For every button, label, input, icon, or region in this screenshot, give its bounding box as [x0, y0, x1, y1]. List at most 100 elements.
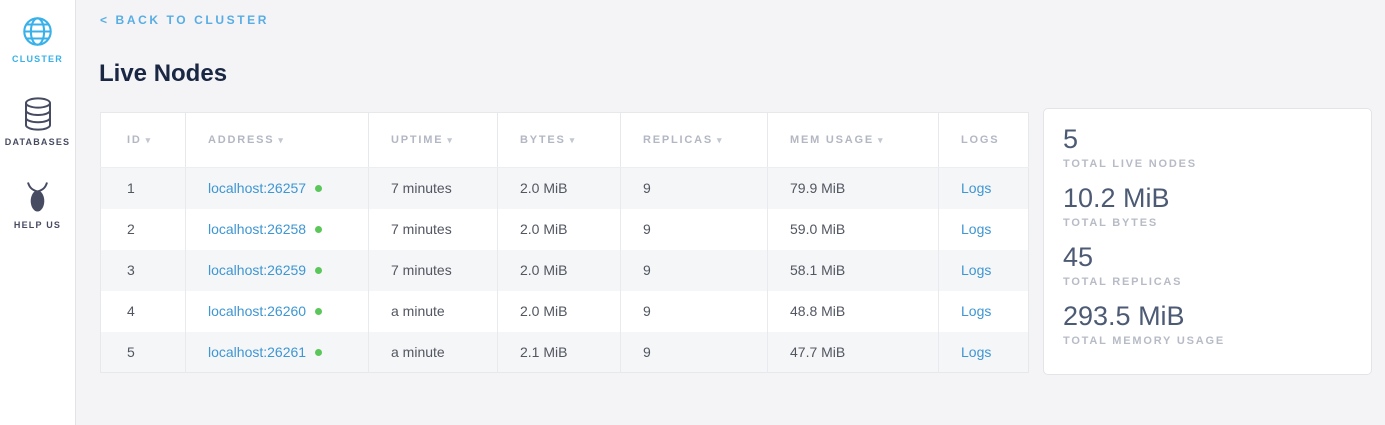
- sort-arrow-icon: ▾: [717, 135, 723, 145]
- node-id-cell: 5: [101, 332, 186, 373]
- node-address-link[interactable]: localhost:26259: [208, 262, 306, 278]
- chevron-left-icon: <: [100, 13, 110, 27]
- node-replicas-cell: 9: [621, 332, 768, 373]
- stat-total-live-nodes: 5 TOTAL LIVE NODES: [1063, 124, 1371, 170]
- live-status-dot: [315, 349, 322, 356]
- node-mem-usage-cell: 48.8 MiB: [768, 291, 939, 332]
- stat-total-replicas: 45 TOTAL REPLICAS: [1063, 242, 1371, 288]
- column-header-label: ID: [127, 134, 142, 146]
- node-logs-cell: Logs: [939, 291, 1029, 332]
- stat-total-memory-usage: 293.5 MiB TOTAL MEMORY USAGE: [1063, 301, 1371, 347]
- back-to-cluster-link[interactable]: < BACK TO CLUSTER: [100, 13, 269, 27]
- logs-link[interactable]: Logs: [961, 221, 991, 237]
- node-mem-usage-cell: 59.0 MiB: [768, 209, 939, 250]
- node-mem-usage-cell: 47.7 MiB: [768, 332, 939, 373]
- back-link-label: BACK TO CLUSTER: [116, 13, 269, 27]
- node-replicas-cell: 9: [621, 291, 768, 332]
- column-header-label: UPTIME: [391, 134, 443, 146]
- page-title: Live Nodes: [99, 60, 227, 88]
- node-bytes-cell: 2.0 MiB: [498, 168, 621, 209]
- column-header-uptime[interactable]: UPTIME ▾: [369, 113, 498, 168]
- node-mem-usage-cell: 79.9 MiB: [768, 168, 939, 209]
- node-id-cell: 2: [101, 209, 186, 250]
- sort-arrow-icon: ▾: [878, 135, 884, 145]
- live-status-dot: [315, 226, 322, 233]
- live-status-dot: [315, 185, 322, 192]
- node-logs-cell: Logs: [939, 209, 1029, 250]
- node-bytes-cell: 2.0 MiB: [498, 209, 621, 250]
- node-address-link[interactable]: localhost:26261: [208, 344, 306, 360]
- stat-total-bytes: 10.2 MiB TOTAL BYTES: [1063, 183, 1371, 229]
- node-bytes-cell: 2.1 MiB: [498, 332, 621, 373]
- node-replicas-cell: 9: [621, 250, 768, 291]
- databases-icon: [23, 97, 53, 131]
- table-row: 1 localhost:26257 7 minutes 2.0 MiB 9 79…: [101, 168, 1029, 209]
- sidebar-item-cluster[interactable]: CLUSTER: [0, 0, 75, 64]
- column-header-label: MEM USAGE: [790, 134, 874, 146]
- node-id-cell: 4: [101, 291, 186, 332]
- node-uptime-cell: a minute: [369, 332, 498, 373]
- column-header-replicas[interactable]: REPLICAS ▾: [621, 113, 768, 168]
- logs-link[interactable]: Logs: [961, 344, 991, 360]
- sort-arrow-icon: ▾: [146, 135, 152, 145]
- table-row: 3 localhost:26259 7 minutes 2.0 MiB 9 58…: [101, 250, 1029, 291]
- node-address-cell: localhost:26259: [186, 250, 369, 291]
- node-address-link[interactable]: localhost:26258: [208, 221, 306, 237]
- stat-value: 45: [1063, 242, 1371, 273]
- node-address-link[interactable]: localhost:26257: [208, 180, 306, 196]
- node-address-cell: localhost:26257: [186, 168, 369, 209]
- column-header-mem-usage[interactable]: MEM USAGE ▾: [768, 113, 939, 168]
- node-uptime-cell: 7 minutes: [369, 209, 498, 250]
- logs-link[interactable]: Logs: [961, 180, 991, 196]
- node-address-link[interactable]: localhost:26260: [208, 303, 306, 319]
- table-header-row: ID▾ ADDRESS▾ UPTIME▾ BYTES▾ REPLICAS▾ ME…: [101, 113, 1029, 168]
- sidebar-item-databases[interactable]: DATABASES: [0, 97, 75, 147]
- node-uptime-cell: 7 minutes: [369, 168, 498, 209]
- table-row: 5 localhost:26261 a minute 2.1 MiB 9 47.…: [101, 332, 1029, 373]
- sort-arrow-icon: ▾: [447, 135, 453, 145]
- stat-label: TOTAL MEMORY USAGE: [1063, 335, 1371, 347]
- logs-link[interactable]: Logs: [961, 303, 991, 319]
- sidebar-item-help-us[interactable]: HELP US: [0, 180, 75, 230]
- node-logs-cell: Logs: [939, 250, 1029, 291]
- node-uptime-cell: 7 minutes: [369, 250, 498, 291]
- cluster-summary-card: 5 TOTAL LIVE NODES 10.2 MiB TOTAL BYTES …: [1043, 108, 1372, 375]
- node-logs-cell: Logs: [939, 332, 1029, 373]
- column-header-logs: LOGS: [939, 113, 1029, 168]
- node-address-cell: localhost:26260: [186, 291, 369, 332]
- table-row: 4 localhost:26260 a minute 2.0 MiB 9 48.…: [101, 291, 1029, 332]
- live-status-dot: [315, 267, 322, 274]
- stat-value: 10.2 MiB: [1063, 183, 1371, 214]
- stat-label: TOTAL LIVE NODES: [1063, 158, 1371, 170]
- stat-label: TOTAL BYTES: [1063, 217, 1371, 229]
- sidebar-item-label: CLUSTER: [12, 54, 63, 64]
- column-header-address[interactable]: ADDRESS▾: [186, 113, 369, 168]
- node-mem-usage-cell: 58.1 MiB: [768, 250, 939, 291]
- node-uptime-cell: a minute: [369, 291, 498, 332]
- node-replicas-cell: 9: [621, 168, 768, 209]
- globe-icon: [21, 14, 54, 48]
- column-header-label: REPLICAS: [643, 134, 713, 146]
- column-header-label: LOGS: [961, 134, 999, 146]
- sidebar-item-label: DATABASES: [5, 137, 70, 147]
- column-header-id[interactable]: ID ▾: [101, 113, 186, 168]
- stat-value: 5: [1063, 124, 1371, 155]
- stat-label: TOTAL REPLICAS: [1063, 276, 1371, 288]
- node-bytes-cell: 2.0 MiB: [498, 291, 621, 332]
- table-row: 2 localhost:26258 7 minutes 2.0 MiB 9 59…: [101, 209, 1029, 250]
- column-header-label: BYTES: [520, 134, 566, 146]
- logs-link[interactable]: Logs: [961, 262, 991, 278]
- sort-arrow-icon: ▾: [570, 135, 576, 145]
- live-status-dot: [315, 308, 322, 315]
- node-logs-cell: Logs: [939, 168, 1029, 209]
- stat-value: 293.5 MiB: [1063, 301, 1371, 332]
- sidebar-item-label: HELP US: [14, 220, 61, 230]
- node-address-cell: localhost:26258: [186, 209, 369, 250]
- node-replicas-cell: 9: [621, 209, 768, 250]
- node-id-cell: 3: [101, 250, 186, 291]
- column-header-bytes[interactable]: BYTES ▾: [498, 113, 621, 168]
- cockroach-icon: [24, 180, 51, 214]
- sidebar: CLUSTER DATABASES HELP US: [0, 0, 76, 425]
- live-nodes-table: ID▾ ADDRESS▾ UPTIME▾ BYTES▾ REPLICAS▾ ME…: [100, 112, 1029, 373]
- column-header-label: ADDRESS: [208, 134, 274, 146]
